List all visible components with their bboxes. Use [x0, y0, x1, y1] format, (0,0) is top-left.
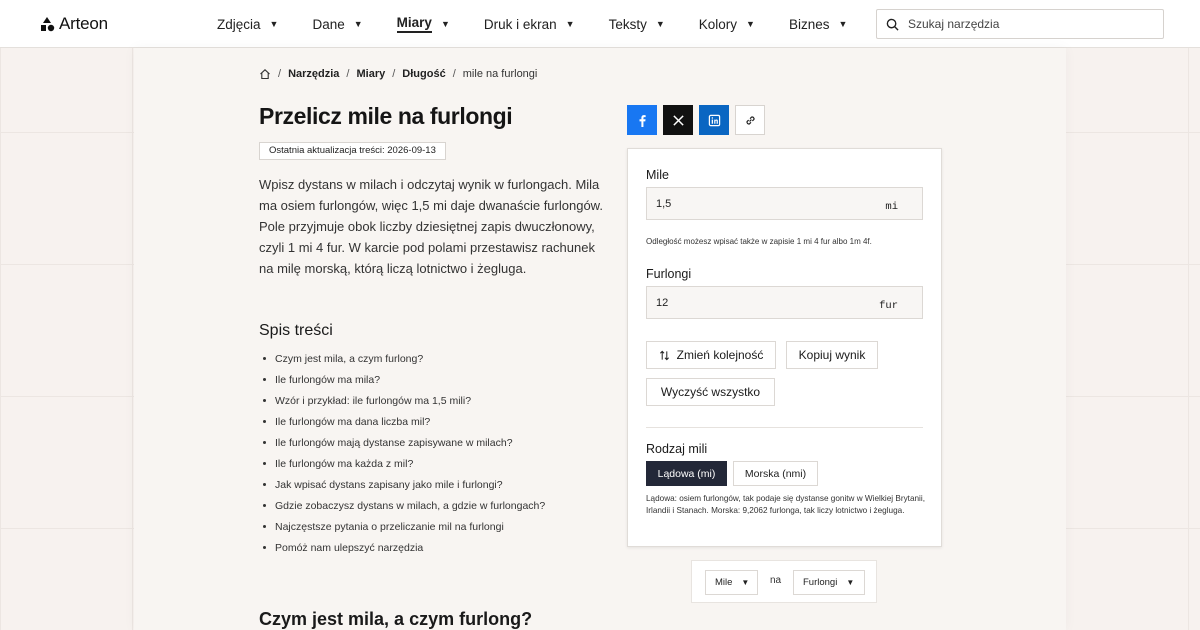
- search-input[interactable]: [908, 17, 1148, 31]
- intro-text: Wpisz dystans w milach i odczytaj wynik …: [259, 177, 603, 276]
- furlongs-unit: fur: [879, 300, 898, 312]
- nav-item-biznes[interactable]: Biznes ▼: [789, 13, 847, 35]
- miles-field[interactable]: mi: [646, 187, 923, 220]
- breadcrumb-separator: /: [346, 68, 350, 80]
- clear-all-button[interactable]: Wyczyść wszystko: [646, 378, 775, 406]
- furlongs-field[interactable]: fur: [646, 286, 923, 319]
- from-unit-select[interactable]: Mile ▼: [705, 570, 758, 595]
- from-unit-value: Mile: [715, 577, 733, 588]
- link-icon: [745, 115, 755, 125]
- copy-result-button[interactable]: Kopiuj wynik: [786, 341, 878, 369]
- toc-item[interactable]: Jak wpisać dystans zapisany jako mile i …: [259, 474, 545, 495]
- nav-item-kolory[interactable]: Kolory ▼: [699, 13, 755, 35]
- miles-input[interactable]: [656, 197, 856, 210]
- nav-label: Dane: [312, 16, 345, 32]
- furlongs-input[interactable]: [656, 296, 856, 309]
- logo-icon: [41, 17, 55, 32]
- facebook-icon: [639, 114, 646, 127]
- furlongs-label: Furlongi: [646, 267, 692, 281]
- caret-down-icon: ▼: [440, 19, 450, 29]
- toc-title: Spis treści: [259, 322, 333, 339]
- nav-label: Biznes: [788, 16, 830, 32]
- mile-type-land-option[interactable]: Lądowa (mi): [646, 461, 727, 486]
- breadcrumb: / Narzędzia / Miary / Długość / mile na …: [259, 68, 537, 80]
- main-nav: Zdjęcia ▼ Dane ▼ Miary ▼ Druk i ekran ▼ …: [217, 0, 881, 48]
- caret-down-icon: ▼: [838, 19, 848, 29]
- linkedin-icon: [708, 114, 720, 126]
- breadcrumb-link-narzedzia[interactable]: Narzędzia: [288, 68, 339, 80]
- mile-type-label: Rodzaj mili: [646, 442, 708, 456]
- breadcrumb-separator: /: [452, 68, 456, 80]
- x-icon: [672, 114, 684, 126]
- nav-item-dane[interactable]: Dane ▼: [312, 13, 362, 35]
- nav-label: Teksty: [608, 16, 647, 32]
- nav-label: Druk i ekran: [483, 16, 557, 32]
- share-buttons: [627, 105, 765, 135]
- nav-label: Kolory: [698, 16, 738, 32]
- search-icon: [886, 18, 899, 31]
- toc-item[interactable]: Czym jest mila, a czym furlong?: [259, 348, 545, 369]
- share-linkedin-button[interactable]: [699, 105, 729, 135]
- nav-item-miary[interactable]: Miary ▼: [396, 13, 450, 35]
- toc-item[interactable]: Ile furlongów ma każda z mil?: [259, 453, 545, 474]
- caret-down-icon: ▼: [655, 19, 665, 29]
- swap-button[interactable]: Zmień kolejność: [646, 341, 776, 369]
- section-title: Czym jest mila, a czym furlong?: [259, 609, 533, 629]
- converter-panel: Mile mi Odległość możesz wpisać także w …: [627, 148, 942, 547]
- caret-down-icon: ▼: [353, 19, 363, 29]
- breadcrumb-link-miary[interactable]: Miary: [356, 68, 385, 80]
- breadcrumb-link-dlugosc[interactable]: Długość: [402, 68, 445, 80]
- to-unit-select[interactable]: Furlongi ▼: [793, 570, 865, 595]
- brand-name: Arteon: [59, 14, 108, 33]
- toc-item[interactable]: Ile furlongów ma mila?: [259, 369, 545, 390]
- swap-label: Zmień kolejność: [676, 348, 764, 362]
- toc-item[interactable]: Ile furlongów ma dana liczba mil?: [259, 411, 545, 432]
- mile-type-nautical-option[interactable]: Morska (nmi): [733, 461, 818, 486]
- nav-label: Miary: [396, 15, 432, 33]
- table-of-contents: Czym jest mila, a czym furlong? Ile furl…: [259, 348, 545, 558]
- toc-item[interactable]: Pomóż nam ulepszyć narzędzia: [259, 537, 545, 558]
- swap-icon: [659, 350, 669, 360]
- page-title: Przelicz mile na furlongi: [259, 103, 513, 129]
- breadcrumb-separator: /: [278, 68, 282, 80]
- breadcrumb-current: mile na furlongi: [462, 68, 538, 80]
- to-unit-value: Furlongi: [803, 577, 838, 588]
- miles-label: Mile: [646, 168, 669, 182]
- toc-item[interactable]: Wzór i przykład: ile furlongów ma 1,5 mi…: [259, 390, 545, 411]
- mile-type-description: Lądowa: osiem furlongów, tak podaje się …: [646, 494, 925, 515]
- share-x-button[interactable]: [663, 105, 693, 135]
- top-bar: Arteon Zdjęcia ▼ Dane ▼ Miary ▼ Druk i e…: [0, 0, 1200, 48]
- input-hint: Odległość możesz wpisać także w zapisie …: [646, 237, 872, 246]
- caret-down-icon: ▼: [746, 19, 755, 29]
- miles-unit: mi: [885, 201, 898, 213]
- share-facebook-button[interactable]: [627, 105, 657, 135]
- caret-down-icon: ▼: [846, 578, 855, 587]
- breadcrumb-separator: /: [392, 68, 396, 80]
- caret-down-icon: ▼: [269, 19, 279, 29]
- search-box[interactable]: [876, 9, 1164, 39]
- unit-picker: Mile ▼ na Furlongi ▼: [691, 560, 877, 603]
- toc-item[interactable]: Najczęstsze pytania o przeliczanie mil n…: [259, 516, 545, 537]
- nav-item-druk-i-ekran[interactable]: Druk i ekran ▼: [484, 13, 575, 35]
- home-icon[interactable]: [259, 68, 271, 80]
- updated-badge: Ostatnia aktualizacja treści: 2026-09-13: [259, 142, 446, 160]
- caret-down-icon: ▼: [741, 578, 750, 587]
- toc-item[interactable]: Ile furlongów mają dystanse zapisywane w…: [259, 432, 545, 453]
- copy-link-button[interactable]: [735, 105, 765, 135]
- picker-connector: na: [770, 575, 782, 586]
- logo[interactable]: Arteon: [39, 14, 108, 34]
- nav-label: Zdjęcia: [217, 16, 261, 32]
- nav-item-zdjecia[interactable]: Zdjęcia ▼: [217, 13, 278, 35]
- nav-item-teksty[interactable]: Teksty ▼: [609, 13, 665, 35]
- caret-down-icon: ▼: [565, 19, 575, 29]
- toc-item[interactable]: Gdzie zobaczysz dystans w milach, a gdzi…: [259, 495, 545, 516]
- panel-divider: [646, 427, 923, 428]
